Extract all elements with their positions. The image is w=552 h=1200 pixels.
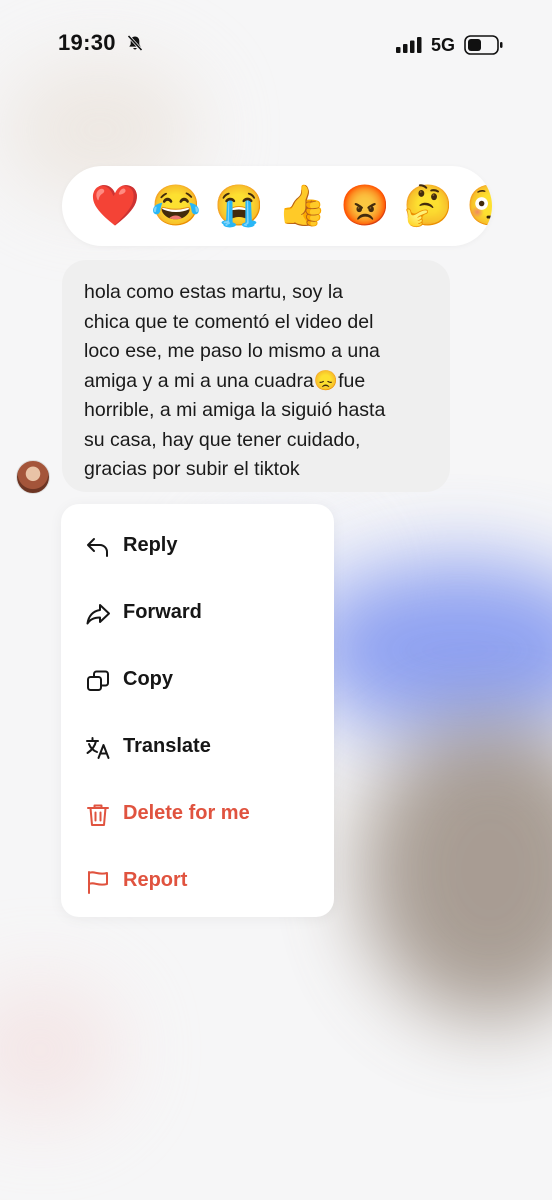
translate-label: Translate bbox=[123, 735, 211, 757]
report-menu-item[interactable]: Report bbox=[61, 851, 334, 911]
trash-icon bbox=[87, 804, 109, 826]
reaction-thinking[interactable]: 🤔 bbox=[403, 182, 453, 230]
delete-label: Delete for me bbox=[123, 802, 250, 824]
reply-menu-item[interactable]: Reply bbox=[61, 516, 334, 576]
reaction-crying[interactable]: 😭 bbox=[214, 182, 264, 230]
forward-icon bbox=[86, 604, 110, 625]
reaction-laughing[interactable]: 😂 bbox=[151, 182, 201, 230]
copy-icon bbox=[87, 670, 109, 691]
delete-menu-item[interactable]: Delete for me bbox=[61, 784, 334, 844]
battery-icon bbox=[464, 35, 503, 55]
copy-menu-item[interactable]: Copy bbox=[61, 650, 334, 710]
message-context-menu: Reply Forward Copy Translate Delete for … bbox=[61, 504, 334, 917]
reply-label: Reply bbox=[123, 534, 178, 556]
reaction-bar: ❤️ 😂 😭 👍 😡 🤔 😳 bbox=[62, 166, 492, 246]
forward-label: Forward bbox=[123, 601, 202, 623]
flag-icon bbox=[88, 871, 108, 894]
reaction-heart[interactable]: ❤️ bbox=[90, 182, 140, 230]
copy-label: Copy bbox=[123, 668, 173, 690]
status-bar: 19:30 5G bbox=[0, 0, 552, 90]
translate-icon bbox=[86, 737, 110, 759]
reply-icon bbox=[87, 538, 108, 557]
signal-icon bbox=[396, 37, 422, 53]
sender-avatar[interactable] bbox=[16, 460, 50, 494]
reaction-flushed[interactable]: 😳 bbox=[466, 182, 492, 230]
status-time: 19:30 bbox=[58, 30, 116, 55]
reaction-thumbs-up[interactable]: 👍 bbox=[277, 182, 327, 230]
message-text: hola como estas martu, soy la chica que … bbox=[84, 281, 386, 480]
forward-menu-item[interactable]: Forward bbox=[61, 583, 334, 643]
network-label: 5G bbox=[431, 35, 456, 55]
reaction-angry[interactable]: 😡 bbox=[340, 182, 390, 230]
message-bubble[interactable]: hola como estas martu, soy la chica que … bbox=[62, 260, 450, 492]
report-label: Report bbox=[123, 869, 188, 891]
bell-muted-icon bbox=[127, 34, 143, 52]
translate-menu-item[interactable]: Translate bbox=[61, 717, 334, 777]
